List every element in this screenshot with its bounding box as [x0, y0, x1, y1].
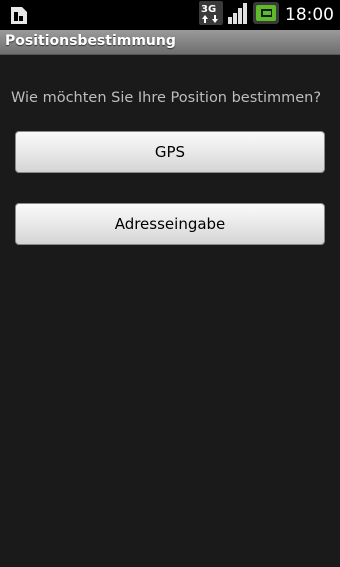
- position-prompt: Wie möchten Sie Ihre Position bestimmen?: [11, 90, 322, 106]
- address-input-button[interactable]: Adresseingabe: [15, 203, 325, 245]
- sim-card-icon: [9, 5, 29, 29]
- signal-strength-icon: [227, 1, 249, 29]
- svg-text:3G: 3G: [201, 4, 216, 15]
- battery-icon: [253, 2, 279, 28]
- gps-button[interactable]: GPS: [15, 131, 325, 173]
- status-time: 18:00: [285, 5, 334, 25]
- title-bar: Positionsbestimmung: [0, 30, 340, 55]
- network-3g-icon: 3G: [199, 1, 223, 29]
- status-bar: 3G 18:00: [0, 0, 340, 30]
- app-title: Positionsbestimmung: [5, 33, 176, 49]
